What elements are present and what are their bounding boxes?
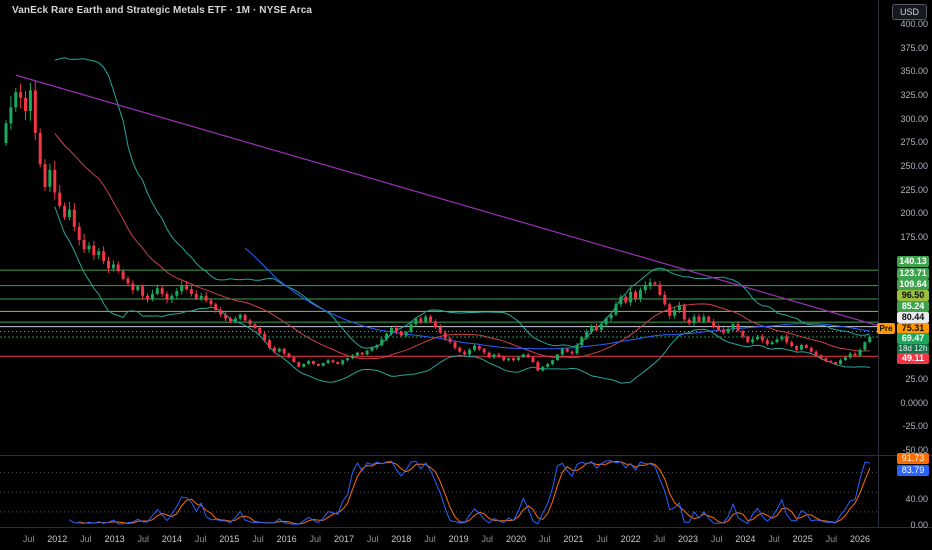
stoch-d-label: 91.73 — [897, 453, 929, 464]
time-label-Jul-14: Jul — [424, 534, 436, 544]
time-label-2020-17: 2020 — [506, 534, 526, 544]
price-tick-300.00: 300.00 — [882, 114, 931, 124]
chart-root: VanEck Rare Earth and Strategic Metals E… — [0, 0, 932, 550]
time-label-2017-11: 2017 — [334, 534, 354, 544]
price-line-label-80.44[interactable]: 80.44 — [897, 312, 929, 323]
bollinger-upper-line — [55, 58, 870, 349]
symbol-title: VanEck Rare Earth and Strategic Metals E… — [12, 5, 312, 16]
stoch-k-label: 83.79 — [897, 465, 929, 476]
time-label-2022-21: 2022 — [621, 534, 641, 544]
price-tick-250.00: 250.00 — [882, 161, 931, 171]
time-label-Jul-22: Jul — [654, 534, 666, 544]
price-tick-400.00: 400.00 — [882, 19, 931, 29]
price-tick-325.00: 325.00 — [882, 90, 931, 100]
price-line-label-123.71[interactable]: 123.71 — [897, 268, 929, 279]
time-label-2016-9: 2016 — [277, 534, 297, 544]
price-tick--25.00: -25.00 — [882, 421, 931, 431]
time-label-2015-7: 2015 — [219, 534, 239, 544]
time-label-2023-23: 2023 — [678, 534, 698, 544]
time-label-2014-5: 2014 — [162, 534, 182, 544]
time-label-2021-19: 2021 — [563, 534, 583, 544]
price-tick-175.00: 175.00 — [882, 232, 931, 242]
time-label-2024-25: 2024 — [735, 534, 755, 544]
stoch-tick-40.00: 40.00 — [882, 494, 931, 504]
price-line-label-69.47[interactable]: 69.47 — [897, 333, 929, 344]
time-label-Jul-16: Jul — [482, 534, 494, 544]
price-tick-350.00: 350.00 — [882, 66, 931, 76]
price-tick-275.00: 275.00 — [882, 137, 931, 147]
stoch-k-line — [69, 461, 869, 525]
premarket-chip: Pre — [877, 323, 895, 334]
stoch-d-line — [79, 462, 870, 525]
horizontal-level-lines[interactable] — [0, 270, 878, 356]
price-tick-200.00: 200.00 — [882, 208, 931, 218]
price-line-label-85.24[interactable]: 85.24 — [897, 301, 929, 312]
basis-ma-line — [55, 134, 870, 359]
time-label-Jul-24: Jul — [711, 534, 723, 544]
time-label-Jul-0: Jul — [23, 534, 35, 544]
time-label-Jul-10: Jul — [310, 534, 322, 544]
time-label-2019-15: 2019 — [449, 534, 469, 544]
time-label-Jul-6: Jul — [195, 534, 207, 544]
price-tick-0.0000: 0.0000 — [882, 398, 931, 408]
time-label-Jul-4: Jul — [138, 534, 150, 544]
time-label-2012-1: 2012 — [47, 534, 67, 544]
time-label-Jul-2: Jul — [80, 534, 92, 544]
time-label-Jul-26: Jul — [768, 534, 780, 544]
trendline-drawing[interactable] — [16, 75, 880, 326]
time-label-Jul-12: Jul — [367, 534, 379, 544]
time-label-Jul-8: Jul — [252, 534, 264, 544]
chart-canvas[interactable] — [0, 0, 932, 550]
time-label-Jul-18: Jul — [539, 534, 551, 544]
price-line-label-49.11[interactable]: 49.11 — [897, 353, 929, 364]
stoch-tick-0.00: 0.00 — [882, 520, 931, 530]
currency-toggle-button[interactable]: USD — [892, 4, 927, 20]
price-tick-25.00: 25.00 — [882, 374, 931, 384]
time-label-2018-13: 2018 — [391, 534, 411, 544]
time-label-Jul-20: Jul — [596, 534, 608, 544]
price-tick-375.00: 375.00 — [882, 43, 931, 53]
price-line-label-109.64[interactable]: 109.64 — [897, 279, 929, 290]
time-label-2025-27: 2025 — [793, 534, 813, 544]
time-label-2013-3: 2013 — [105, 534, 125, 544]
price-line-label-140.13[interactable]: 140.13 — [897, 256, 929, 267]
time-label-Jul-28: Jul — [826, 534, 838, 544]
price-line-label-96.50[interactable]: 96.50 — [897, 290, 929, 301]
time-label-2026-29: 2026 — [850, 534, 870, 544]
price-tick-225.00: 225.00 — [882, 185, 931, 195]
